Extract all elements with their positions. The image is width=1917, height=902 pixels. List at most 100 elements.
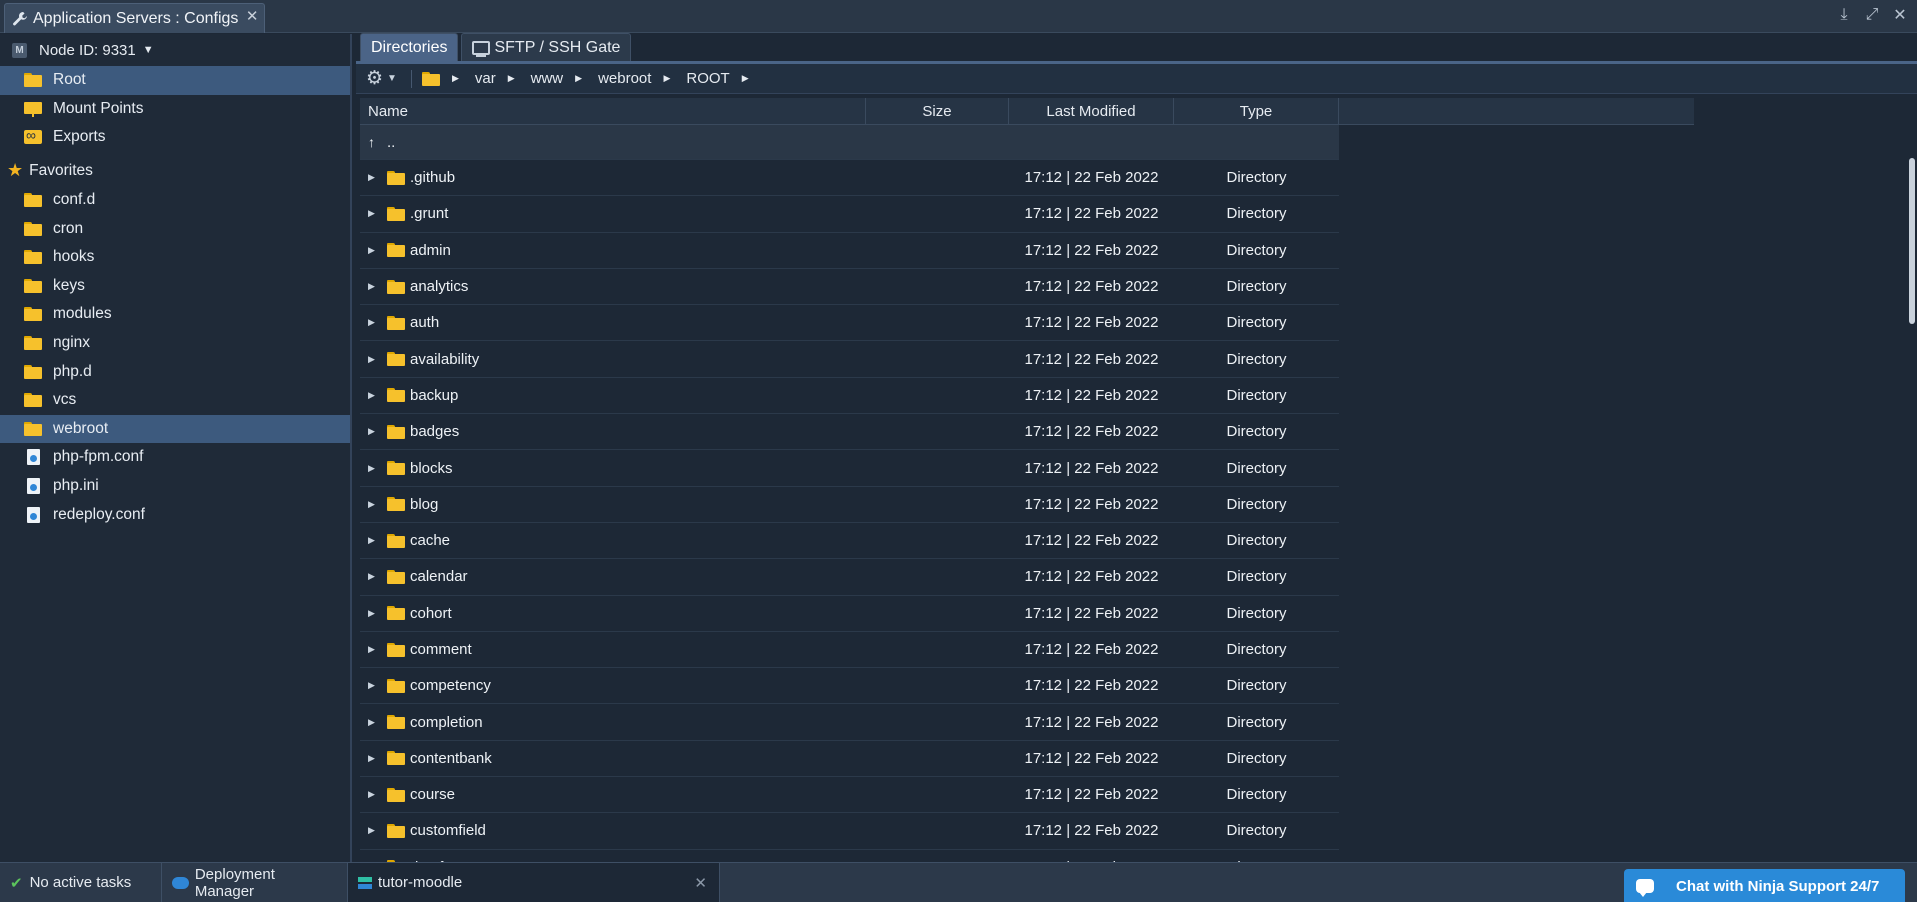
table-row[interactable]: ▶ competency 17:12 | 22 Feb 2022 Directory [360, 668, 1339, 705]
tree-item-redeploy-conf[interactable]: redeploy.conf [0, 500, 350, 529]
chevron-right-icon[interactable]: ▶ [575, 73, 582, 84]
expand-arrow-icon[interactable]: ▶ [368, 535, 380, 546]
column-header-size[interactable]: Size [866, 98, 1009, 124]
tree-item-hooks[interactable]: hooks [0, 243, 350, 272]
table-row[interactable]: ▶ customfield 17:12 | 22 Feb 2022 Directory [360, 813, 1339, 850]
table-row[interactable]: ▶ admin 17:12 | 22 Feb 2022 Directory [360, 233, 1339, 269]
table-row[interactable]: ▶ .github 17:12 | 22 Feb 2022 Directory [360, 160, 1339, 197]
table-row[interactable]: ▶ calendar 17:12 | 22 Feb 2022 Directory [360, 559, 1339, 596]
tree-item-webroot[interactable]: webroot [0, 414, 350, 444]
tree-item-conf-d[interactable]: conf.d [0, 186, 350, 215]
folder-icon [24, 421, 42, 436]
tab-sftp-ssh[interactable]: SFTP / SSH Gate [461, 33, 632, 61]
node-selector[interactable]: M Node ID: 9331 ▼ [0, 34, 350, 66]
table-row[interactable]: ▶ analytics 17:12 | 22 Feb 2022 Directory [360, 269, 1339, 306]
tree-item-label: php.d [53, 362, 92, 380]
expand-arrow-icon[interactable]: ▶ [368, 317, 380, 328]
breadcrumb-item[interactable]: webroot ▶ [598, 70, 686, 87]
vertical-scrollbar[interactable] [1909, 158, 1915, 324]
deployment-manager-button[interactable]: Deployment Manager [162, 862, 348, 902]
tree-item-cron[interactable]: cron [0, 214, 350, 243]
expand-arrow-icon[interactable]: ▶ [368, 208, 380, 219]
tree-item-modules[interactable]: modules [0, 300, 350, 329]
table-row[interactable]: ▶ contentbank 17:12 | 22 Feb 2022 Directory [360, 741, 1339, 778]
table-row[interactable]: ▶ .grunt 17:12 | 22 Feb 2022 Directory [360, 196, 1339, 233]
cell-name: ▶ completion [360, 714, 866, 731]
expand-arrow-icon[interactable]: ▶ [368, 717, 380, 728]
tree-item-mount-points[interactable]: Mount Points [0, 95, 350, 124]
folder-icon [387, 823, 405, 838]
table-row[interactable]: ▶ backup 17:12 | 22 Feb 2022 Directory [360, 378, 1339, 415]
expand-arrow-icon[interactable]: ▶ [368, 426, 380, 437]
breadcrumb-item[interactable]: www ▶ [531, 70, 598, 87]
close-tab-icon[interactable]: ✕ [246, 7, 259, 25]
table-row[interactable]: ▶ cohort 17:12 | 22 Feb 2022 Directory [360, 596, 1339, 632]
cell-type: Directory [1226, 604, 1287, 622]
chevron-right-icon[interactable]: ▶ [663, 73, 670, 84]
breadcrumb-item[interactable]: ROOT ▶ [686, 70, 764, 87]
tree-item-php-fpm-conf[interactable]: php-fpm.conf [0, 443, 350, 472]
maximize-icon[interactable]: ⤢ [1863, 5, 1881, 25]
table-row[interactable]: ▶ comment 17:12 | 22 Feb 2022 Directory [360, 632, 1339, 669]
table-row[interactable]: ▶ cache 17:12 | 22 Feb 2022 Directory [360, 523, 1339, 560]
table-row[interactable]: ▶ blocks 17:12 | 22 Feb 2022 Directory [360, 450, 1339, 487]
table-row[interactable]: ▶ badges 17:12 | 22 Feb 2022 Directory [360, 414, 1339, 451]
cell-name: ▶ comment [360, 641, 866, 658]
expand-arrow-icon[interactable]: ▶ [368, 281, 380, 292]
tree-item-root[interactable]: Root [0, 66, 350, 95]
expand-arrow-icon[interactable]: ▶ [368, 390, 380, 401]
tree-item-php-ini[interactable]: php.ini [0, 472, 350, 501]
expand-arrow-icon[interactable]: ▶ [368, 245, 380, 256]
cell-type: Directory [1226, 677, 1287, 695]
expand-arrow-icon[interactable]: ▶ [368, 608, 380, 619]
table-row[interactable]: ▶ availability 17:12 | 22 Feb 2022 Director… [360, 341, 1339, 378]
download-icon[interactable]: ⤓ [1835, 5, 1853, 25]
expand-arrow-icon[interactable]: ▶ [368, 753, 380, 764]
chevron-right-icon[interactable]: ▶ [508, 73, 515, 84]
chevron-right-icon[interactable]: ▶ [742, 73, 749, 84]
breadcrumb-item[interactable]: var ▶ [475, 70, 531, 87]
expand-arrow-icon[interactable]: ▶ [368, 499, 380, 510]
column-header-type[interactable]: Type [1174, 98, 1339, 124]
tree-item-label: keys [53, 276, 85, 294]
breadcrumb-root-arrow[interactable]: ▶ [452, 73, 475, 84]
expand-arrow-icon[interactable]: ▶ [368, 644, 380, 655]
window-tab[interactable]: Application Servers : Configs ✕ [4, 3, 266, 33]
expand-arrow-icon[interactable]: ▶ [368, 789, 380, 800]
favorites-list: conf.d cron hooks keys modules nginx php.d vcs w… [0, 186, 350, 529]
tree-item-exports[interactable]: Exports [0, 123, 350, 152]
expand-arrow-icon[interactable]: ▶ [368, 680, 380, 691]
column-header-name[interactable]: Name [360, 98, 866, 124]
tree-item-nginx[interactable]: nginx [0, 329, 350, 358]
tree-item-vcs[interactable]: vcs [0, 386, 350, 415]
parent-directory-row[interactable]: ↑ .. [360, 125, 1339, 160]
expand-arrow-icon[interactable]: ▶ [368, 825, 380, 836]
close-window-icon[interactable]: ✕ [1891, 5, 1909, 25]
cell-type: Directory [1226, 241, 1287, 259]
cell-name: ▶ customfield [360, 822, 866, 839]
table-row[interactable]: ▶ blog 17:12 | 22 Feb 2022 Directory [360, 487, 1339, 523]
env-tab-tutor-moodle[interactable]: tutor-moodle ✕ [348, 862, 720, 902]
expand-arrow-icon[interactable]: ▶ [368, 571, 380, 582]
table-row[interactable]: ▶ completion 17:12 | 22 Feb 2022 Directory [360, 704, 1339, 741]
expand-arrow-icon[interactable]: ▶ [368, 354, 380, 365]
cell-name: ▶ cohort [360, 605, 866, 622]
tree-item-php-d[interactable]: php.d [0, 357, 350, 386]
column-header-modified[interactable]: Last Modified [1009, 98, 1174, 124]
tree-item-keys[interactable]: keys [0, 272, 350, 301]
tab-directories[interactable]: Directories [360, 33, 459, 61]
chat-support-button[interactable]: Chat with Ninja Support 24/7 [1624, 869, 1905, 902]
task-status[interactable]: ✔ No active tasks [0, 862, 162, 902]
folder-icon[interactable] [421, 71, 440, 86]
cell-type: Directory [1226, 822, 1287, 840]
expand-arrow-icon[interactable]: ▶ [368, 172, 380, 183]
tree-icon-wrapper [24, 72, 42, 88]
close-icon[interactable]: ✕ [694, 874, 707, 892]
expand-arrow-icon[interactable]: ▶ [368, 463, 380, 474]
chevron-down-icon[interactable]: ▼ [387, 73, 397, 84]
window-title: Application Servers : Configs [33, 9, 239, 27]
table-row[interactable]: ▶ auth 17:12 | 22 Feb 2022 Directory [360, 305, 1339, 342]
table-row[interactable]: ▶ course 17:12 | 22 Feb 2022 Directory [360, 777, 1339, 814]
gear-icon[interactable]: ⚙ [366, 67, 383, 90]
cell-type: Directory [1226, 713, 1287, 731]
